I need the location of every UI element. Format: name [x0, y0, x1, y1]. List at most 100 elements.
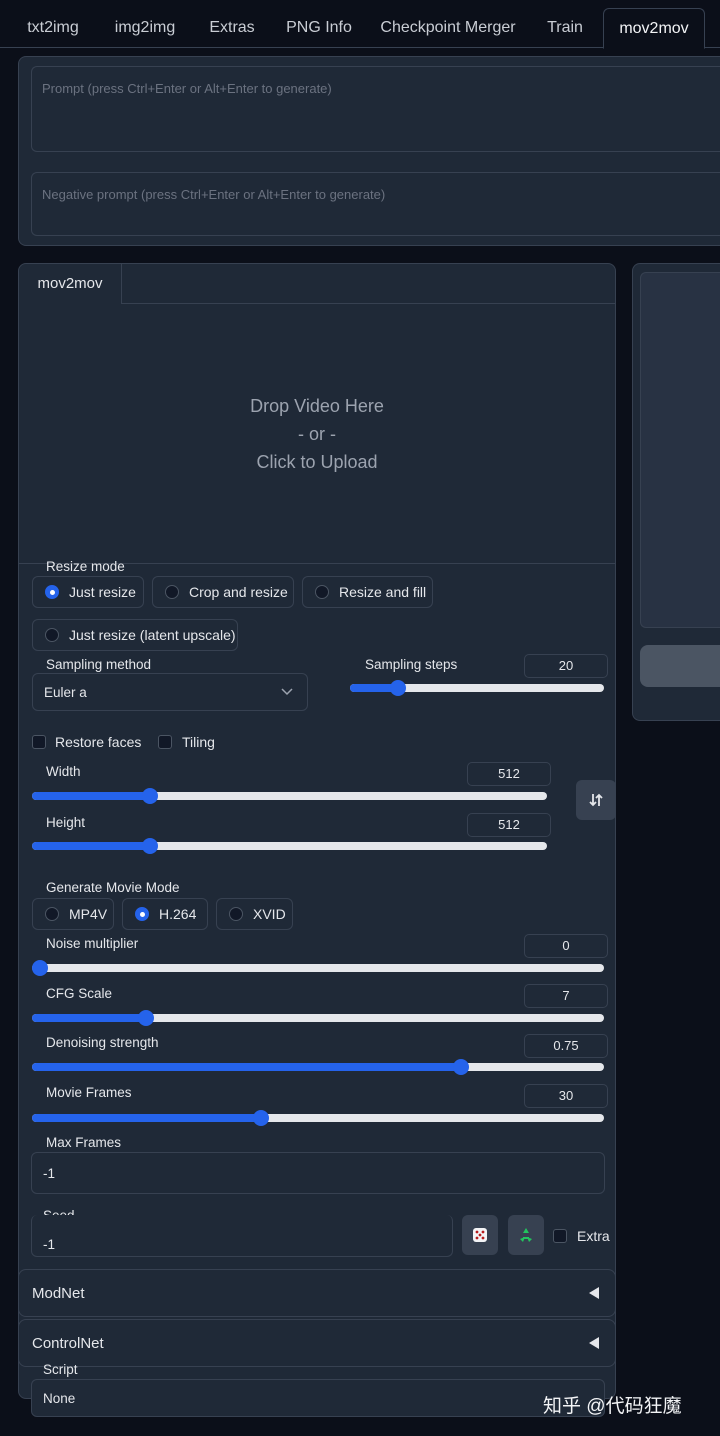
- slider-fill: [32, 792, 150, 800]
- movie-frames-input[interactable]: 30: [524, 1084, 608, 1108]
- slider-fill: [32, 842, 150, 850]
- caret-left-icon: [589, 1337, 599, 1349]
- restore-faces-checkbox[interactable]: [32, 735, 46, 749]
- height-input[interactable]: 512: [467, 813, 551, 837]
- tab-mov2mov[interactable]: mov2mov: [603, 8, 705, 49]
- radio-icon: [165, 585, 179, 599]
- accordion-label: ModNet: [32, 1284, 85, 1302]
- dropzone-text-drop: Drop Video Here: [250, 395, 384, 416]
- slider-thumb[interactable]: [453, 1059, 469, 1075]
- negative-prompt-input[interactable]: Negative prompt (press Ctrl+Enter or Alt…: [31, 172, 720, 236]
- movie-frames-label: Movie Frames: [46, 1085, 132, 1100]
- random-seed-button[interactable]: [462, 1215, 498, 1255]
- denoising-strength-input[interactable]: 0.75: [524, 1034, 608, 1058]
- slider-fill: [32, 1114, 261, 1122]
- slider-fill: [32, 1063, 461, 1071]
- sampling-method-value: Euler a: [44, 684, 87, 700]
- resize-option-crop-and-resize[interactable]: Crop and resize: [152, 576, 294, 608]
- radio-label: H.264: [159, 906, 197, 922]
- radio-label: MP4V: [69, 906, 108, 922]
- video-dropzone[interactable]: Drop Video Here - or - Click to Upload: [19, 304, 615, 564]
- radio-label: Crop and resize: [189, 584, 288, 600]
- modnet-accordion[interactable]: ModNet: [18, 1269, 616, 1317]
- movie-mode-mp4v[interactable]: MP4V: [32, 898, 114, 930]
- slider-thumb[interactable]: [253, 1110, 269, 1126]
- accordion-label: ControlNet: [32, 1334, 104, 1352]
- slider-thumb[interactable]: [32, 960, 48, 976]
- prompt-input[interactable]: Prompt (press Ctrl+Enter or Alt+Enter to…: [31, 66, 720, 152]
- slider-thumb[interactable]: [142, 838, 158, 854]
- noise-multiplier-label: Noise multiplier: [46, 936, 139, 951]
- width-slider[interactable]: [32, 788, 547, 804]
- dropzone-text-click: Click to Upload: [256, 451, 378, 472]
- cfg-scale-input[interactable]: 7: [524, 984, 608, 1008]
- slider-thumb[interactable]: [138, 1010, 154, 1026]
- denoising-strength-slider[interactable]: [32, 1059, 604, 1075]
- resize-option-just-resize[interactable]: Just resize: [32, 576, 144, 608]
- movie-frames-slider[interactable]: [32, 1110, 604, 1126]
- height-label: Height: [46, 815, 86, 830]
- dropzone-text-or: - or -: [298, 423, 336, 444]
- radio-icon: [45, 907, 59, 921]
- max-frames-input[interactable]: -1: [31, 1152, 605, 1194]
- generate-button[interactable]: [640, 645, 720, 687]
- tiling-checkbox[interactable]: [158, 735, 172, 749]
- seed-input[interactable]: -1: [31, 1215, 453, 1257]
- extra-seed-label: Extra: [577, 1228, 610, 1244]
- sampling-steps-input[interactable]: 20: [524, 654, 608, 678]
- max-frames-label: Max Frames: [46, 1135, 122, 1150]
- noise-multiplier-slider[interactable]: [32, 960, 604, 976]
- resize-option-latent-upscale[interactable]: Just resize (latent upscale): [32, 619, 238, 651]
- output-gallery: [640, 272, 720, 628]
- tab-txt2img[interactable]: txt2img: [14, 8, 92, 48]
- script-select[interactable]: None: [31, 1379, 605, 1417]
- resize-option-resize-and-fill[interactable]: Resize and fill: [302, 576, 433, 608]
- recycle-icon: [520, 1228, 532, 1242]
- movie-mode-xvid[interactable]: XVID: [216, 898, 293, 930]
- cfg-scale-label: CFG Scale: [46, 986, 113, 1001]
- dice-icon: [473, 1228, 487, 1242]
- slider-thumb[interactable]: [142, 788, 158, 804]
- sampling-method-select[interactable]: Euler a: [32, 673, 308, 711]
- script-label: Script: [43, 1362, 78, 1377]
- slider-thumb[interactable]: [390, 680, 406, 696]
- tab-bar: txt2img img2img Extras PNG Info Checkpoi…: [0, 0, 720, 49]
- radio-label: Just resize (latent upscale): [69, 627, 236, 643]
- restore-faces-label: Restore faces: [55, 734, 142, 750]
- tab-checkpoint-merger[interactable]: Checkpoint Merger: [370, 8, 526, 48]
- slider-fill: [32, 1014, 146, 1022]
- sampling-steps-slider[interactable]: [350, 680, 604, 696]
- tiling-label: Tiling: [182, 734, 215, 750]
- cfg-scale-slider[interactable]: [32, 1010, 604, 1026]
- extra-seed-checkbox[interactable]: [553, 1229, 567, 1243]
- radio-selected-icon: [135, 907, 149, 921]
- radio-icon: [315, 585, 329, 599]
- denoising-strength-label: Denoising strength: [46, 1035, 159, 1050]
- radio-icon: [229, 907, 243, 921]
- reuse-seed-button[interactable]: [508, 1215, 544, 1255]
- tab-train[interactable]: Train: [532, 8, 598, 48]
- radio-icon: [45, 628, 59, 642]
- tab-png-info[interactable]: PNG Info: [274, 8, 364, 48]
- chevron-down-icon: [281, 688, 293, 696]
- caret-left-icon: [589, 1287, 599, 1299]
- sampling-steps-label: Sampling steps: [365, 657, 458, 672]
- controlnet-accordion[interactable]: ControlNet: [18, 1319, 616, 1367]
- movie-mode-h264[interactable]: H.264: [122, 898, 208, 930]
- movie-mode-label: Generate Movie Mode: [46, 880, 180, 895]
- radio-label: Resize and fill: [339, 584, 427, 600]
- width-label: Width: [46, 764, 81, 779]
- width-input[interactable]: 512: [467, 762, 551, 786]
- radio-label: XVID: [253, 906, 286, 922]
- noise-multiplier-input[interactable]: 0: [524, 934, 608, 958]
- sampling-method-label: Sampling method: [46, 657, 152, 672]
- resize-mode-label: Resize mode: [46, 559, 125, 574]
- tab-extras[interactable]: Extras: [196, 8, 268, 48]
- watermark-text: 知乎 @代码狂魔: [543, 1396, 682, 1417]
- height-slider[interactable]: [32, 838, 547, 854]
- radio-label: Just resize: [69, 584, 136, 600]
- tab-img2img[interactable]: img2img: [100, 8, 190, 48]
- swap-icon: [589, 793, 603, 807]
- swap-dimensions-button[interactable]: [576, 780, 616, 820]
- tab-mov2mov-input[interactable]: mov2mov: [19, 264, 122, 304]
